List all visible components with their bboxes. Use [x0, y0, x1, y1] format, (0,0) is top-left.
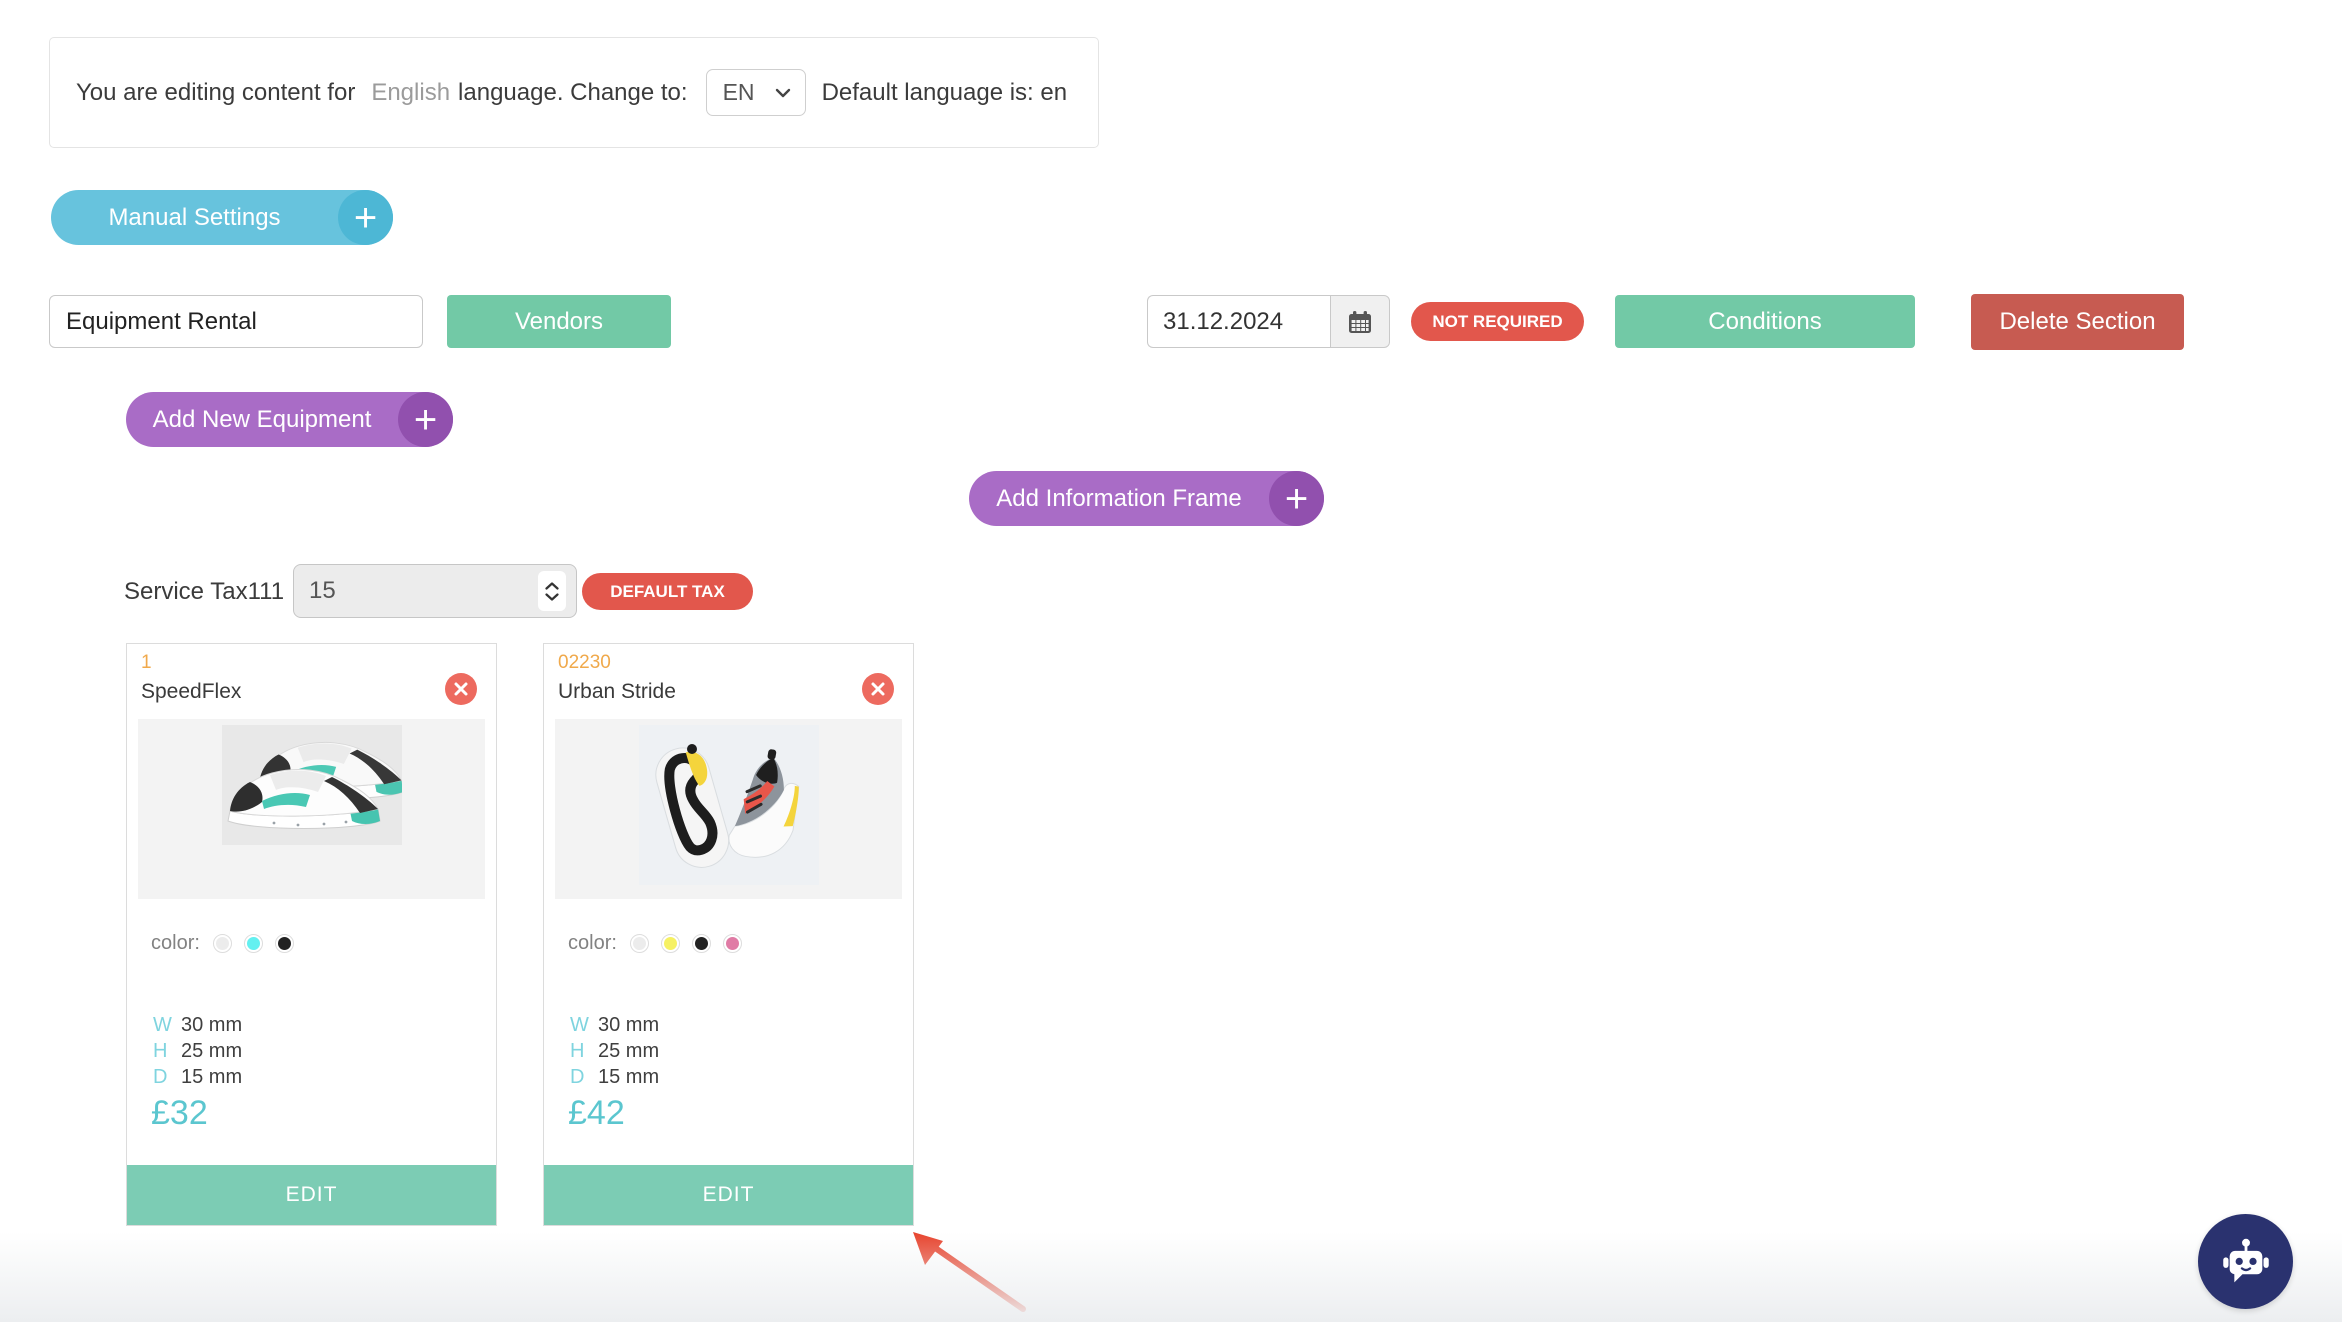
calendar-icon: [1347, 309, 1373, 335]
product-photo: [222, 725, 402, 845]
product-name: Urban Stride: [558, 680, 676, 704]
close-icon: [870, 681, 886, 697]
not-required-label: NOT REQUIRED: [1432, 312, 1562, 332]
dimension-value: 15 mm: [181, 1066, 242, 1088]
product-id: 1: [141, 652, 152, 674]
annotation-arrow: [895, 1218, 1045, 1322]
section-title-input[interactable]: [49, 295, 423, 348]
banner-default-note: Default language is: en: [822, 79, 1068, 107]
date-input[interactable]: [1147, 295, 1330, 348]
product-name: SpeedFlex: [141, 680, 241, 704]
service-tax-label: Service Tax111: [124, 578, 284, 606]
dimension-value: 30 mm: [181, 1014, 242, 1036]
dimension-value: 25 mm: [598, 1040, 659, 1062]
color-swatch[interactable]: [724, 935, 741, 952]
dimension-value: 25 mm: [181, 1040, 242, 1062]
remove-product-button[interactable]: [445, 673, 477, 705]
edit-product-button[interactable]: EDIT: [544, 1165, 913, 1225]
product-card: 1 SpeedFlex: [126, 643, 497, 1226]
dimension-value: 30 mm: [598, 1014, 659, 1036]
not-required-badge[interactable]: NOT REQUIRED: [1411, 302, 1584, 341]
dimension-row: W30 mm: [570, 1012, 659, 1038]
service-tax-value: 15: [309, 577, 336, 605]
vendors-label: Vendors: [515, 308, 603, 336]
add-new-equipment-button[interactable]: Add New Equipment +: [126, 392, 453, 447]
conditions-label: Conditions: [1708, 308, 1821, 336]
color-swatch[interactable]: [214, 935, 231, 952]
color-label: color:: [568, 932, 617, 955]
add-information-frame-button[interactable]: Add Information Frame +: [969, 471, 1324, 526]
language-banner: You are editing content for English lang…: [49, 37, 1099, 148]
date-group: [1147, 295, 1390, 348]
calendar-button[interactable]: [1330, 295, 1390, 348]
plus-icon: +: [338, 190, 393, 245]
add-new-equipment-label: Add New Equipment: [153, 406, 372, 434]
default-tax-button[interactable]: DEFAULT TAX: [582, 573, 753, 610]
dimension-row: D15 mm: [570, 1064, 659, 1090]
vendors-button[interactable]: Vendors: [447, 295, 671, 348]
color-label: color:: [151, 932, 200, 955]
product-id: 02230: [558, 652, 611, 674]
dimension-row: W30 mm: [153, 1012, 242, 1038]
dimension-row: H25 mm: [153, 1038, 242, 1064]
color-options: color:: [568, 932, 741, 955]
chatbot-button[interactable]: [2198, 1214, 2293, 1309]
default-tax-label: DEFAULT TAX: [610, 582, 725, 602]
product-card: 02230 Urban Stride: [543, 643, 914, 1226]
delete-section-label: Delete Section: [1999, 308, 2155, 336]
dimensions: W30 mm H25 mm D15 mm: [570, 1012, 659, 1090]
color-swatch[interactable]: [662, 935, 679, 952]
add-information-frame-label: Add Information Frame: [996, 485, 1241, 513]
edit-product-button[interactable]: EDIT: [127, 1165, 496, 1225]
dimension-row: H25 mm: [570, 1038, 659, 1064]
robot-icon: [2218, 1234, 2274, 1290]
color-options: color:: [151, 932, 293, 955]
plus-icon: +: [1269, 471, 1324, 526]
banner-language-name: English: [371, 79, 450, 107]
dimensions: W30 mm H25 mm D15 mm: [153, 1012, 242, 1090]
chevron-down-icon: [775, 88, 791, 98]
service-tax-input[interactable]: 15: [293, 564, 577, 618]
chevron-down-icon: [545, 593, 559, 601]
color-swatch[interactable]: [631, 935, 648, 952]
manual-settings-label: Manual Settings: [108, 204, 280, 232]
conditions-button[interactable]: Conditions: [1615, 295, 1915, 348]
product-photo-panel: [138, 719, 485, 899]
plus-icon: +: [398, 392, 453, 447]
product-photo: [639, 725, 819, 885]
product-photo-panel: [555, 719, 902, 899]
product-price: £42: [568, 1094, 625, 1133]
color-swatch[interactable]: [245, 935, 262, 952]
language-select[interactable]: EN: [706, 69, 806, 116]
color-swatch[interactable]: [693, 935, 710, 952]
number-stepper[interactable]: [538, 571, 566, 611]
chevron-up-icon: [545, 582, 559, 590]
delete-section-button[interactable]: Delete Section: [1971, 294, 2184, 350]
page-bottom-fade: [0, 1232, 2342, 1322]
dimension-value: 15 mm: [598, 1066, 659, 1088]
language-select-value: EN: [723, 79, 755, 106]
dimension-row: D15 mm: [153, 1064, 242, 1090]
product-price: £32: [151, 1094, 208, 1133]
color-swatch[interactable]: [276, 935, 293, 952]
close-icon: [453, 681, 469, 697]
banner-text-after: language. Change to:: [458, 79, 688, 107]
remove-product-button[interactable]: [862, 673, 894, 705]
page: You are editing content for English lang…: [0, 0, 2342, 1322]
banner-text-before: You are editing content for: [76, 79, 355, 107]
manual-settings-button[interactable]: Manual Settings +: [51, 190, 393, 245]
